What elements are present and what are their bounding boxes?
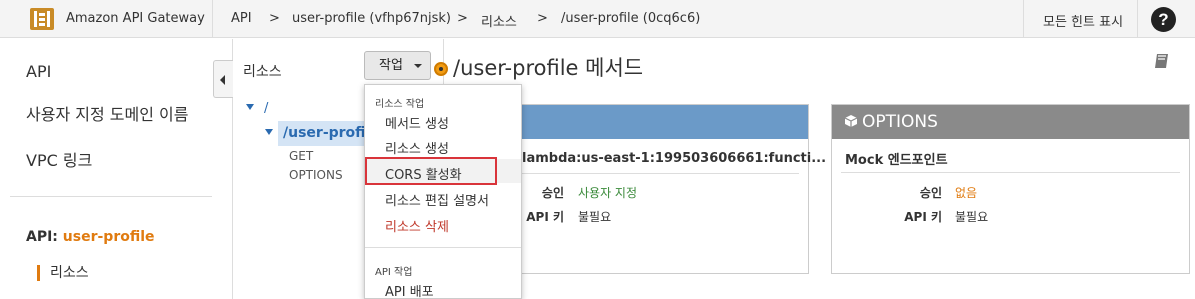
topbar-divider — [1023, 0, 1024, 38]
actions-dropdown-menu: 리소스 작업 메서드 생성 리소스 생성 CORS 활성화 리소스 편집 설명서… — [364, 84, 522, 299]
menu-item-create-resource[interactable]: 리소스 생성 — [385, 138, 449, 157]
menu-section-api-actions: API 작업 — [375, 267, 413, 278]
breadcrumb-separator: > — [537, 11, 548, 26]
actions-button-label: 작업 — [379, 58, 403, 73]
menu-item-edit-resource-docs[interactable]: 리소스 편집 설명서 — [385, 190, 489, 209]
brand-title[interactable]: Amazon API Gateway — [66, 11, 205, 26]
cube-icon — [844, 115, 858, 127]
method-card-get-header[interactable] — [509, 105, 808, 139]
api-key-value: 불필요 — [955, 210, 989, 224]
nav-api-name[interactable]: user-profile — [63, 229, 155, 245]
show-all-hints-link[interactable]: 모든 힌트 표시 — [1043, 11, 1123, 30]
nav-divider — [10, 196, 212, 197]
tree-root[interactable]: / — [264, 101, 268, 116]
breadcrumb-api-name[interactable]: user-profile (vfhp67njsk) — [292, 11, 451, 26]
tree-method-options[interactable]: OPTIONS — [289, 168, 343, 182]
tree-expand-icon[interactable] — [246, 104, 254, 110]
auth-value: 없음 — [955, 186, 978, 200]
breadcrumb-api[interactable]: API — [231, 11, 252, 26]
chevron-down-icon — [414, 64, 422, 68]
menu-section-resource-actions: 리소스 작업 — [375, 99, 425, 110]
topbar-divider — [212, 0, 213, 38]
menu-item-delete-resource[interactable]: 리소스 삭제 — [385, 216, 449, 235]
left-navigation: API 사용자 지정 도메인 이름 VPC 링크 — [0, 39, 232, 299]
api-gateway-logo-icon[interactable] — [29, 7, 55, 31]
nav-item-api[interactable]: API — [26, 62, 51, 81]
help-icon[interactable]: ? — [1151, 7, 1176, 32]
top-bar: Amazon API Gateway API > user-profile (v… — [0, 0, 1195, 38]
nav-item-vpc-links[interactable]: VPC 링크 — [26, 147, 92, 171]
breadcrumb-separator: > — [457, 11, 468, 26]
nav-item-custom-domains[interactable]: 사용자 지정 도메인 이름 — [26, 101, 188, 125]
page-title: /user-profile 메서드 — [453, 56, 644, 80]
status-indicator-icon — [434, 62, 448, 76]
resources-panel-title: 리소스 — [243, 64, 282, 80]
breadcrumb-separator: > — [269, 11, 280, 26]
nav-api-heading: API: user-profile — [26, 229, 155, 245]
method-card-options-title: OPTIONS — [862, 112, 938, 132]
breadcrumb-resources[interactable]: 리소스 — [481, 11, 517, 30]
menu-item-create-method[interactable]: 메서드 생성 — [385, 113, 449, 132]
api-key-value: 불필요 — [578, 210, 612, 224]
topbar-divider — [1137, 0, 1138, 38]
card-divider — [518, 173, 799, 174]
nav-item-resources[interactable]: 리소스 — [37, 265, 89, 281]
api-key-label: API 키 — [904, 210, 942, 224]
documentation-book-icon[interactable] — [1153, 52, 1171, 70]
menu-item-deploy-api[interactable]: API 배포 — [385, 281, 434, 299]
tree-method-get[interactable]: GET — [289, 149, 313, 163]
method-card-options-header[interactable]: OPTIONS — [832, 105, 1189, 139]
breadcrumb-resource: /user-profile (0cq6c6) — [561, 11, 701, 26]
auth-value: 사용자 지정 — [578, 186, 638, 200]
card-divider — [841, 172, 1180, 173]
integration-endpoint: lambda:us-east-1:199503606661:functi... — [522, 151, 827, 166]
actions-button[interactable]: 작업 — [364, 51, 431, 80]
integration-type: Mock 엔드포인트 — [845, 153, 948, 168]
menu-divider — [365, 247, 521, 248]
api-key-label: API 키 — [526, 210, 564, 224]
nav-api-prefix: API: — [26, 229, 58, 245]
collapse-nav-button[interactable] — [213, 60, 233, 98]
auth-label: 승인 — [919, 186, 942, 200]
tree-expand-icon[interactable] — [265, 129, 273, 135]
auth-label: 승인 — [541, 186, 564, 200]
highlight-box — [365, 157, 497, 185]
